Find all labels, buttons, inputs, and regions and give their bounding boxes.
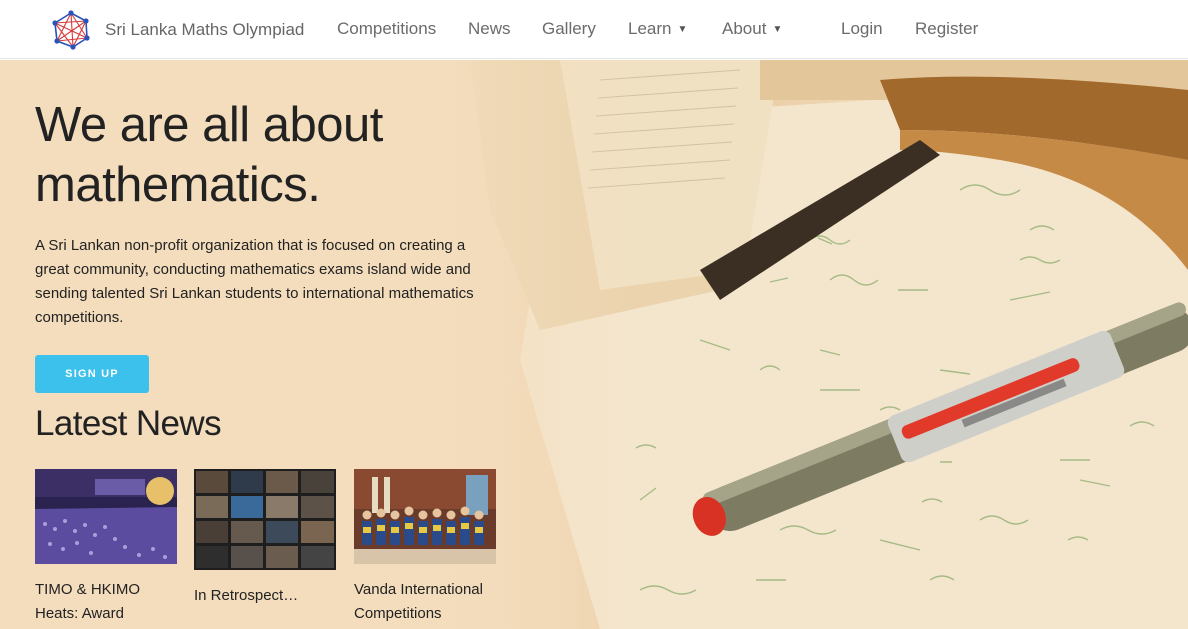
nav-learn-label: Learn [628, 19, 672, 38]
nav-about-dropdown[interactable]: About ▼ [722, 19, 782, 39]
sign-up-button[interactable]: SIGN UP [35, 355, 149, 393]
news-card-title[interactable]: In Retrospect… [194, 584, 336, 608]
latest-news-heading: Latest News [35, 404, 222, 443]
nav-news[interactable]: News [468, 19, 511, 39]
nav-register[interactable]: Register [915, 19, 978, 39]
auditorium-award-ceremony-photo[interactable] [35, 469, 177, 564]
nav-learn-dropdown[interactable]: Learn ▼ [628, 19, 687, 39]
hero-section: We are all about mathematics. A Sri Lank… [0, 60, 1188, 629]
top-navbar: Sri Lanka Maths Olympiad Competitions Ne… [0, 0, 1188, 59]
nav-login[interactable]: Login [841, 19, 883, 39]
caret-down-icon: ▼ [772, 24, 783, 35]
video-call-grid-photo[interactable] [194, 469, 336, 570]
hero-headline-line2: mathematics. [35, 158, 321, 212]
news-card-title[interactable]: Vanda International Competitions [354, 578, 496, 626]
nav-competitions[interactable]: Competitions [337, 19, 436, 39]
news-card-title[interactable]: TIMO & HKIMO Heats: Award [35, 578, 177, 626]
hero-headline-line1: We are all about [35, 98, 383, 152]
network-logo-icon [52, 10, 90, 50]
caret-down-icon: ▼ [677, 24, 688, 35]
students-group-photo[interactable] [354, 469, 496, 564]
news-card[interactable]: TIMO & HKIMO Heats: Award [35, 469, 177, 626]
nav-about-label: About [722, 19, 767, 38]
hero-description: A Sri Lankan non-profit organization tha… [35, 237, 474, 326]
news-card[interactable]: Vanda International Competitions [354, 469, 496, 626]
nav-gallery[interactable]: Gallery [542, 19, 596, 39]
brand-name: Sri Lanka Maths Olympiad [105, 20, 305, 39]
news-card[interactable]: In Retrospect… [194, 469, 336, 608]
brand-link[interactable]: Sri Lanka Maths Olympiad [51, 10, 304, 50]
hero-headline: We are all about mathematics. [35, 95, 383, 215]
